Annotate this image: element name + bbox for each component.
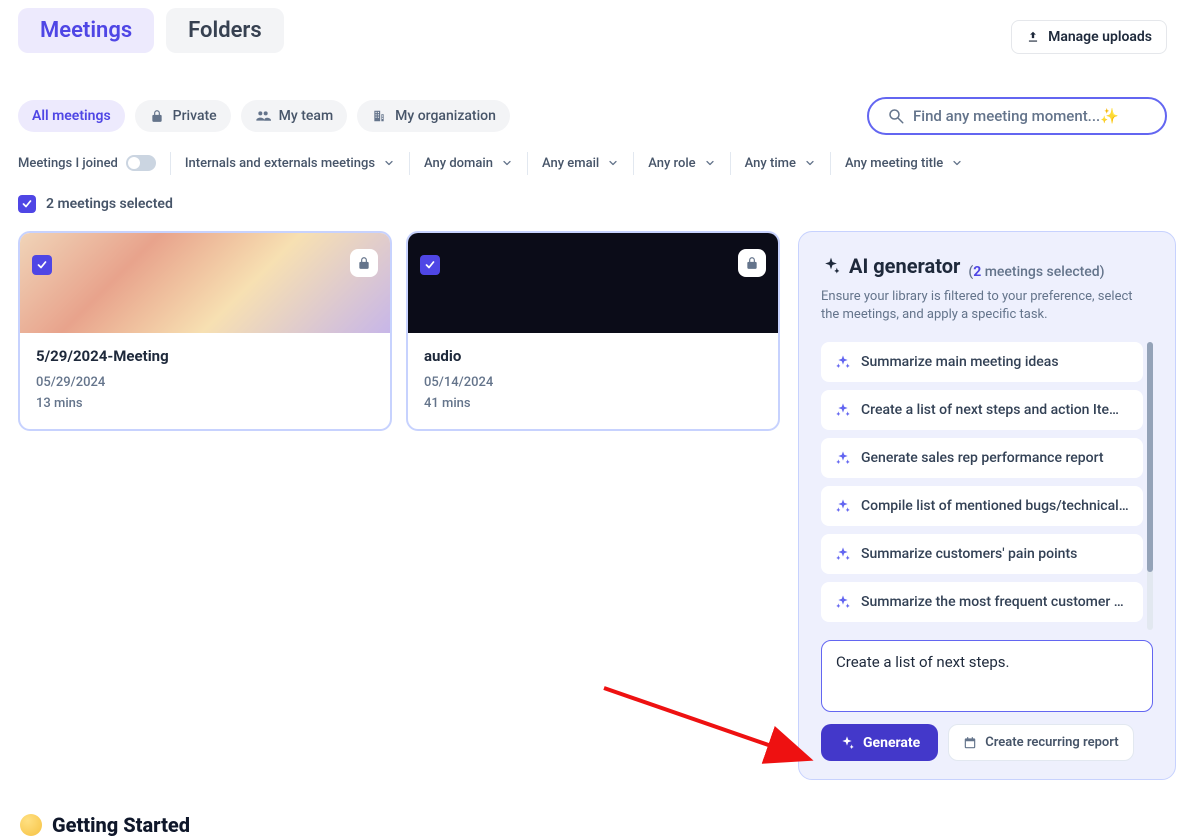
ai-suggestion[interactable]: Summarize main meeting ideas <box>821 342 1143 382</box>
sparkle-icon <box>835 546 851 562</box>
meeting-title: 5/29/2024-Meeting <box>36 347 374 365</box>
meeting-date: 05/29/2024 <box>36 375 374 390</box>
selection-row: 2 meetings selected <box>0 185 1185 231</box>
card-checkbox[interactable] <box>32 255 52 275</box>
manage-uploads-label: Manage uploads <box>1048 29 1152 45</box>
filter-joined-toggle[interactable]: Meetings I joined <box>18 151 170 175</box>
sparkle-icon <box>835 450 851 466</box>
chevron-down-icon <box>501 157 513 169</box>
bulb-icon <box>20 814 42 836</box>
chevron-down-icon <box>704 157 716 169</box>
tab-folders[interactable]: Folders <box>166 8 284 53</box>
ai-generator-panel: AI generator (2 meetings selected) Ensur… <box>798 231 1176 780</box>
selection-count: 2 meetings selected <box>46 196 173 212</box>
pill-team[interactable]: My team <box>241 100 347 132</box>
ai-suggestion-list: Summarize main meeting ideas Create a li… <box>821 342 1153 622</box>
card-checkbox[interactable] <box>420 255 440 275</box>
calendar-icon <box>963 736 977 750</box>
filter-row: Meetings I joined Internals and external… <box>0 135 1185 185</box>
scrollbar-thumb[interactable] <box>1147 342 1153 572</box>
filter-time-label: Any time <box>745 156 796 171</box>
filter-title-label: Any meeting title <box>845 156 943 171</box>
pill-team-label: My team <box>279 108 333 124</box>
filter-scope[interactable]: Internals and externals meetings <box>170 152 409 175</box>
sparkle-icon <box>835 594 851 610</box>
building-icon <box>371 108 387 124</box>
pill-private-label: Private <box>173 108 217 124</box>
manage-uploads-button[interactable]: Manage uploads <box>1011 20 1167 54</box>
generate-label: Generate <box>863 735 920 751</box>
meeting-date: 05/14/2024 <box>424 375 762 390</box>
meeting-duration: 13 mins <box>36 396 374 411</box>
sparkle-icon <box>835 402 851 418</box>
filter-time[interactable]: Any time <box>730 152 830 175</box>
sparkle-icon <box>821 256 841 276</box>
ai-suggestion[interactable]: Create a list of next steps and action I… <box>821 390 1143 430</box>
meeting-thumbnail <box>20 233 390 333</box>
filter-role[interactable]: Any role <box>633 152 729 175</box>
chevron-down-icon <box>951 157 963 169</box>
getting-started-heading: Getting Started <box>20 813 190 837</box>
lock-icon <box>149 108 165 124</box>
meeting-thumbnail <box>408 233 778 333</box>
scope-pills: All meetings Private My team My organiza… <box>18 100 510 132</box>
generate-button[interactable]: Generate <box>821 724 938 761</box>
sparkle-icon <box>835 498 851 514</box>
filter-title[interactable]: Any meeting title <box>830 152 977 175</box>
chevron-down-icon <box>383 157 395 169</box>
ai-suggestion[interactable]: Generate sales rep performance report <box>821 438 1143 478</box>
ai-panel-title: AI generator <box>821 254 960 278</box>
filter-email-label: Any email <box>542 156 599 171</box>
chevron-down-icon <box>804 157 816 169</box>
meeting-card[interactable]: 5/29/2024-Meeting 05/29/2024 13 mins <box>18 231 392 431</box>
sparkle-icon <box>835 354 851 370</box>
meeting-card[interactable]: audio 05/14/2024 41 mins <box>406 231 780 431</box>
chevron-down-icon <box>607 157 619 169</box>
filter-joined-label: Meetings I joined <box>18 156 118 171</box>
ai-suggestion[interactable]: Summarize the most frequent customer … <box>821 582 1143 622</box>
search-input[interactable]: Find any meeting moment...✨ <box>867 97 1167 135</box>
meeting-duration: 41 mins <box>424 396 762 411</box>
scrollbar[interactable] <box>1147 342 1153 630</box>
filter-scope-label: Internals and externals meetings <box>185 156 375 171</box>
toggle-icon <box>126 155 156 171</box>
team-icon <box>255 108 271 124</box>
upload-icon <box>1026 30 1040 44</box>
create-recurring-button[interactable]: Create recurring report <box>948 724 1133 761</box>
sparkle-icon <box>839 735 855 751</box>
ai-prompt-value: Create a list of next steps. <box>836 653 1009 671</box>
lock-icon <box>738 249 766 277</box>
lock-icon <box>350 249 378 277</box>
filter-domain[interactable]: Any domain <box>409 152 527 175</box>
meeting-title: audio <box>424 347 762 365</box>
ai-description: Ensure your library is filtered to your … <box>821 288 1153 324</box>
ai-selection-count: (2 meetings selected) <box>968 264 1104 280</box>
top-tabs: Meetings Folders <box>0 0 1185 53</box>
filter-email[interactable]: Any email <box>527 152 633 175</box>
pill-all-meetings[interactable]: All meetings <box>18 100 125 132</box>
search-placeholder: Find any meeting moment...✨ <box>913 107 1119 125</box>
pill-org-label: My organization <box>395 108 496 124</box>
ai-prompt-input[interactable]: Create a list of next steps. <box>821 640 1153 712</box>
ai-suggestion[interactable]: Summarize customers' pain points <box>821 534 1143 574</box>
search-icon <box>887 107 905 125</box>
recurring-label: Create recurring report <box>985 735 1118 750</box>
filter-role-label: Any role <box>648 156 695 171</box>
ai-suggestion[interactable]: Compile list of mentioned bugs/technical… <box>821 486 1143 526</box>
pill-org[interactable]: My organization <box>357 100 510 132</box>
meeting-cards: 5/29/2024-Meeting 05/29/2024 13 mins aud… <box>18 231 780 431</box>
tab-meetings[interactable]: Meetings <box>18 8 154 53</box>
filter-domain-label: Any domain <box>424 156 493 171</box>
select-all-checkbox[interactable] <box>18 195 36 213</box>
pill-private[interactable]: Private <box>135 100 231 132</box>
